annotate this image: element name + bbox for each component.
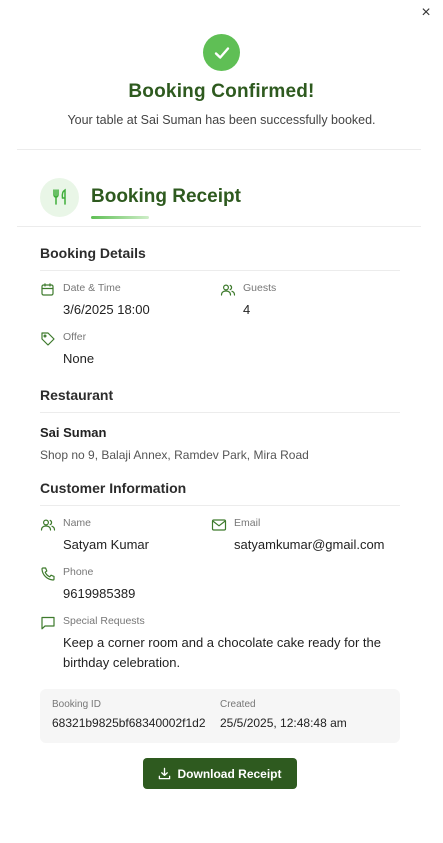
phone-label: Phone — [63, 566, 94, 578]
booking-details-title: Booking Details — [40, 227, 400, 271]
guests-field: Guests 4 — [220, 282, 400, 320]
restaurant-address: Shop no 9, Balaji Annex, Ramdev Park, Mi… — [40, 448, 309, 462]
calendar-icon — [41, 283, 54, 296]
booking-id-label: Booking ID — [52, 699, 101, 710]
special-requests-field: Special Requests Keep a corner room and … — [40, 615, 400, 673]
booking-meta-box: Booking ID 68321b9825bf68340002f1d2 Crea… — [40, 689, 400, 743]
name-value: Satyam Kumar — [63, 537, 149, 552]
title-underline — [91, 216, 149, 219]
email-field: Email satyamkumar@gmail.com — [211, 517, 400, 555]
download-receipt-label: Download Receipt — [177, 766, 282, 781]
special-requests-value: Keep a corner room and a chocolate cake … — [63, 635, 381, 670]
customer-info-title: Customer Information — [40, 462, 400, 506]
utensils-icon — [40, 177, 79, 217]
confirmation-title: Booking Confirmed! — [128, 81, 315, 102]
confirmation-header: Booking Confirmed! Your table at Sai Sum… — [0, 0, 443, 127]
phone-field: Phone 9619985389 — [40, 566, 227, 604]
date-time-value: 3/6/2025 18:00 — [63, 302, 150, 317]
email-label: Email — [234, 517, 261, 529]
created-field: Created 25/5/2025, 12:48:48 am — [220, 699, 388, 733]
users-icon — [40, 519, 56, 531]
date-time-label: Date & Time — [63, 282, 121, 294]
phone-value: 9619985389 — [63, 586, 136, 601]
confirmation-subtitle: Your table at Sai Suman has been success… — [67, 113, 376, 127]
special-requests-label: Special Requests — [63, 615, 145, 627]
download-icon — [159, 767, 171, 780]
receipt-title: Booking Receipt — [91, 186, 241, 207]
tag-icon — [41, 332, 55, 346]
booking-id-value: 68321b9825bf68340002f1d2 — [52, 716, 206, 730]
receipt-header: Booking Receipt — [0, 150, 443, 226]
restaurant-name: Sai Suman — [40, 425, 107, 440]
offer-field: Offer None — [40, 331, 227, 369]
booking-id-field: Booking ID 68321b9825bf68340002f1d2 — [52, 699, 220, 733]
users-icon — [220, 284, 236, 296]
close-button[interactable]: × — [418, 5, 434, 21]
offer-value: None — [63, 351, 95, 366]
guests-label: Guests — [243, 282, 277, 294]
check-icon — [203, 34, 240, 71]
offer-label: Offer — [63, 331, 87, 343]
download-receipt-button[interactable]: Download Receipt — [143, 758, 297, 789]
name-label: Name — [63, 517, 92, 529]
phone-icon — [41, 567, 55, 581]
restaurant-title: Restaurant — [40, 369, 400, 413]
date-time-field: Date & Time 3/6/2025 18:00 — [40, 282, 220, 320]
email-value: satyamkumar@gmail.com — [234, 537, 385, 552]
name-field: Name Satyam Kumar — [40, 517, 211, 555]
receipt-content: Booking Details Date & Time 3/6/2025 18:… — [0, 227, 443, 789]
mail-icon — [211, 519, 227, 531]
created-label: Created — [220, 699, 256, 710]
guests-value: 4 — [243, 302, 251, 317]
message-icon — [41, 616, 55, 630]
created-value: 25/5/2025, 12:48:48 am — [220, 716, 347, 730]
